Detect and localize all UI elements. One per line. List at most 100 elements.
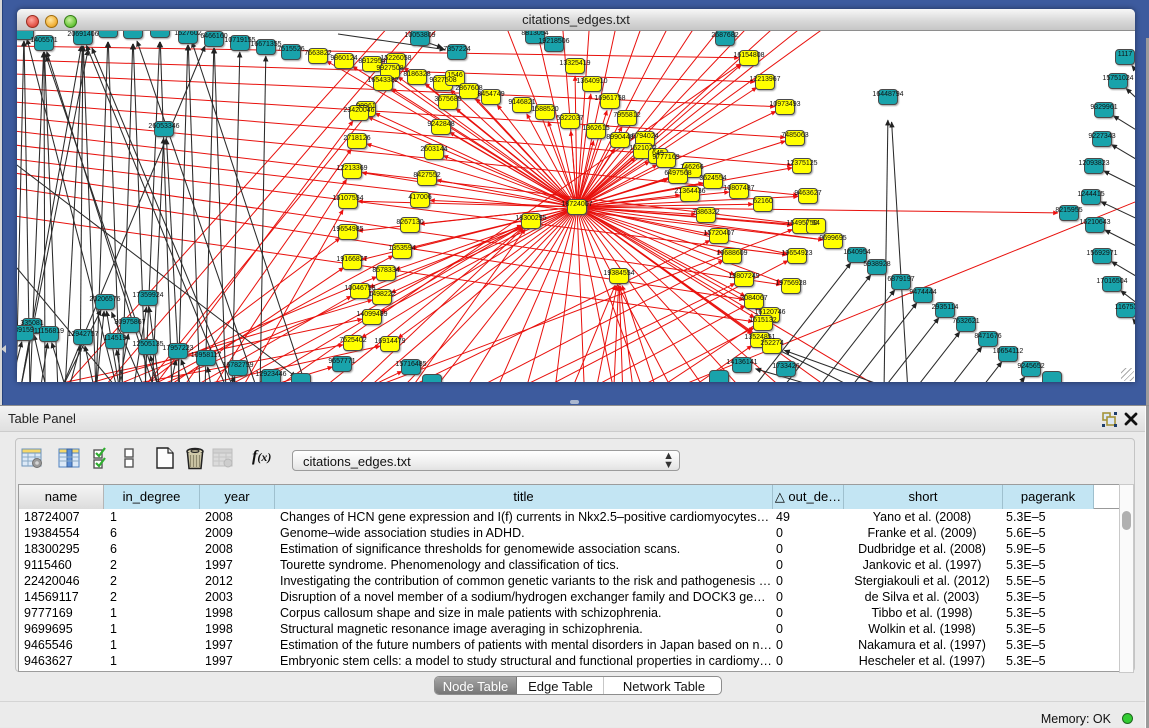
svg-text:7515526: 7515526 [277,46,304,53]
svg-text:1640954: 1640954 [843,249,870,256]
svg-text:18807249: 18807249 [728,273,759,280]
svg-text:7663822: 7663822 [304,50,331,57]
svg-text:9927508: 9927508 [376,65,403,72]
svg-text:15751024: 15751024 [1102,75,1133,82]
svg-text:19654923: 19654923 [781,250,812,257]
svg-text:16448794: 16448794 [872,91,903,98]
svg-text:15226058: 15226058 [380,55,411,62]
svg-text:62160: 62160 [753,198,773,205]
svg-text:2603144: 2603144 [420,146,447,153]
svg-text:9657771: 9657771 [328,358,355,365]
svg-text:18724007: 18724007 [561,201,592,208]
svg-text:1588520: 1588520 [531,106,558,113]
svg-text:6497568: 6497568 [664,170,691,177]
svg-text:114519: 114519 [104,335,127,342]
svg-text:3675685: 3675685 [434,96,461,103]
svg-text:9227343: 9227343 [1088,133,1115,140]
svg-text:19218506: 19218506 [538,38,569,45]
svg-text:1117: 1117 [1118,51,1133,58]
svg-text:8215955: 8215955 [1055,207,1082,214]
svg-text:8427552: 8427552 [413,172,440,179]
svg-text:12093823: 12093823 [1078,160,1109,167]
svg-text:6794024: 6794024 [631,133,658,140]
svg-text:12923446: 12923446 [255,371,286,378]
svg-text:19654985: 19654985 [332,226,363,233]
svg-text:20691406: 20691406 [67,31,98,38]
svg-text:9474444: 9474444 [909,289,936,296]
svg-text:13325419: 13325419 [559,60,590,67]
svg-text:10688609: 10688609 [716,250,747,257]
svg-text:252274: 252274 [760,340,783,347]
svg-text:30975867: 30975867 [114,319,145,326]
svg-text:12213967: 12213967 [749,76,780,83]
svg-text:10973493: 10973493 [769,101,800,108]
svg-text:5322037: 5322037 [556,115,583,122]
svg-text:9146821: 9146821 [508,99,535,106]
svg-text:6879197: 6879197 [887,276,914,283]
svg-text:21364436: 21364436 [674,188,705,195]
svg-text:7632621: 7632621 [952,318,979,325]
svg-text:5938928: 5938928 [863,261,890,268]
svg-text:1615132: 1615132 [749,317,776,324]
svg-text:1546: 1546 [447,72,463,79]
svg-text:1362615: 1362615 [582,125,609,132]
svg-text:8454749: 8454749 [477,91,504,98]
svg-text:9699695: 9699695 [819,235,846,242]
svg-text:64: 64 [812,220,820,227]
svg-text:8990448: 8990448 [606,134,633,141]
svg-text:7485063: 7485063 [781,132,808,139]
svg-text:12375125: 12375125 [786,160,817,167]
svg-text:9329961: 9329961 [1090,104,1117,111]
svg-text:16210643: 16210643 [1079,219,1110,226]
svg-text:16782759: 16782759 [222,362,253,369]
svg-text:10053809: 10053809 [404,32,435,39]
svg-text:9777169: 9777169 [652,154,679,161]
svg-text:16107554: 16107554 [332,195,363,202]
svg-text:13640910: 13640910 [576,78,607,85]
svg-text:2935114: 2935114 [932,304,959,311]
svg-text:10654112: 10654112 [993,348,1024,355]
svg-text:16154808: 16154808 [733,52,764,59]
svg-text:7357224: 7357224 [443,46,470,53]
svg-text:8813054: 8813054 [521,31,548,37]
svg-text:8186328: 8186328 [403,71,430,78]
svg-text:12505135: 12505135 [132,341,163,348]
svg-text:1498222: 1498222 [368,291,395,298]
svg-text:417006: 417006 [408,194,431,201]
svg-text:7625402: 7625402 [339,337,366,344]
svg-text:8267130: 8267130 [396,219,423,226]
svg-text:14099489: 14099489 [356,311,387,318]
svg-text:39159: 39159 [17,327,34,334]
svg-text:1527602: 1527602 [174,31,201,37]
svg-text:8471676: 8471676 [974,333,1001,340]
svg-text:18300295: 18300295 [515,215,546,222]
svg-text:17359924: 17359924 [132,292,163,299]
svg-text:9245652: 9245652 [1017,363,1044,370]
svg-text:7386322: 7386322 [692,209,719,216]
svg-text:10958117: 10958117 [191,352,222,359]
svg-text:2687682: 2687682 [711,32,738,39]
svg-text:11156819: 11156819 [34,328,64,335]
svg-text:20206576: 20206576 [89,296,120,303]
svg-text:7955812: 7955812 [613,112,640,119]
svg-text:1353594: 1353594 [388,245,415,252]
svg-text:1405571: 1405571 [30,37,57,44]
svg-text:16543382: 16543382 [367,77,398,84]
svg-text:9242848: 9242848 [427,121,454,128]
svg-text:2718126: 2718126 [343,135,370,142]
svg-text:3624554: 3624554 [699,175,726,182]
svg-text:116753: 116753 [1115,304,1135,311]
svg-text:14136141: 14136141 [726,359,757,366]
svg-text:15716485: 15716485 [395,361,426,368]
svg-text:335081: 335081 [20,320,43,327]
svg-text:19166827: 19166827 [336,256,367,263]
svg-text:9463627: 9463627 [794,190,821,197]
svg-text:12942757: 12942757 [67,331,98,338]
svg-text:19756928: 19756928 [775,280,806,287]
svg-text:3084067: 3084067 [740,295,767,302]
svg-text:15720407: 15720407 [703,230,734,237]
svg-text:16961758: 16961758 [594,95,625,102]
svg-text:26053346: 26053346 [148,123,179,130]
svg-text:10807487: 10807487 [723,185,754,192]
svg-text:16120746: 16120746 [754,309,785,316]
